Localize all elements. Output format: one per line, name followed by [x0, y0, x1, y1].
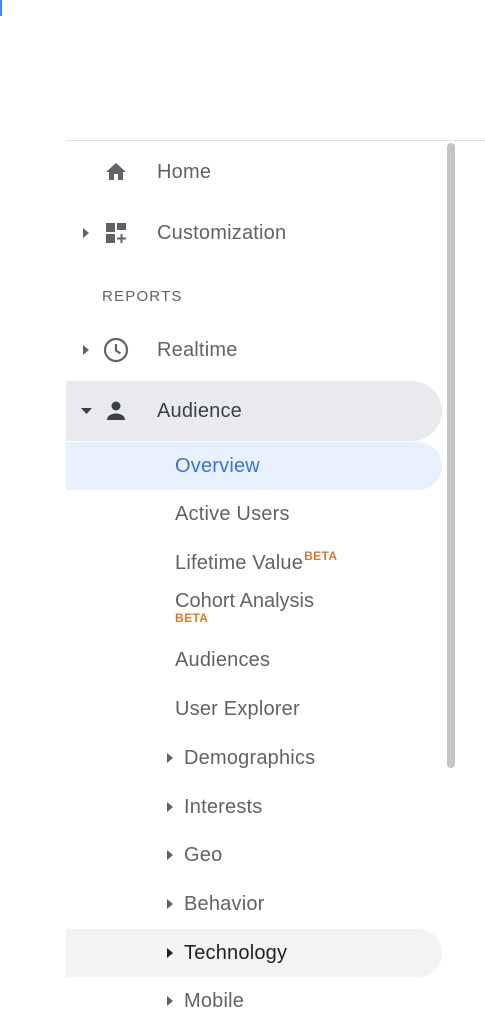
nav-subitem-label: Interests: [184, 795, 263, 818]
nav-subitem-label: Demographics: [184, 746, 316, 769]
clock-icon: [102, 336, 130, 364]
nav-subitem-label: Geo: [184, 843, 223, 866]
nav-subitem-lifetime-value[interactable]: Lifetime ValueBETA: [66, 540, 442, 586]
beta-badge: BETA: [175, 611, 209, 625]
nav-subitem-user-explorer[interactable]: User Explorer: [66, 686, 442, 732]
nav-subitem-label: Overview: [175, 454, 260, 477]
nav-subitem-label-wrap: Lifetime ValueBETA: [175, 548, 338, 575]
nav-subitem-label: Lifetime Value: [175, 551, 304, 574]
nav-subitem-interests[interactable]: Interests: [66, 784, 442, 830]
home-icon: [102, 158, 130, 186]
nav-subitem-active-users[interactable]: Active Users: [66, 491, 442, 537]
dashboard-icon: [102, 219, 130, 247]
nav-subitem-cohort-analysis[interactable]: Cohort Analysis BETA: [175, 590, 314, 625]
nav-subitem-audiences[interactable]: Audiences: [66, 637, 442, 683]
caret-right-icon: [166, 849, 174, 861]
nav-subitem-geo[interactable]: Geo: [66, 832, 442, 878]
top-accent-bar: [0, 0, 2, 16]
nav-subitem-label: Technology: [184, 941, 288, 964]
beta-badge: BETA: [304, 548, 338, 563]
caret-down-icon: [80, 405, 92, 417]
nav-subitem-label: User Explorer: [175, 697, 300, 720]
nav-subitem-demographics[interactable]: Demographics: [66, 735, 442, 781]
nav-item-realtime[interactable]: Realtime: [66, 322, 442, 378]
nav-item-label: Customization: [157, 221, 287, 244]
nav-subitem-label: Active Users: [175, 502, 290, 525]
nav-subitem-label: Cohort Analysis: [175, 590, 314, 612]
nav-subitem-overview[interactable]: Overview: [66, 442, 442, 490]
caret-right-icon: [82, 227, 90, 239]
scrollbar-thumb[interactable]: [447, 143, 455, 768]
caret-right-icon: [166, 898, 174, 910]
caret-right-icon: [166, 752, 174, 764]
nav-item-label: Audience: [157, 399, 242, 422]
caret-right-icon: [82, 344, 90, 356]
nav-subitem-mobile[interactable]: Mobile: [66, 978, 442, 1024]
person-icon: [102, 397, 130, 425]
nav-item-audience[interactable]: Audience: [66, 381, 442, 441]
nav-subitem-behavior[interactable]: Behavior: [66, 881, 442, 927]
nav-item-label: Realtime: [157, 338, 238, 361]
nav-subitem-label: Mobile: [184, 989, 245, 1012]
caret-right-icon: [166, 801, 174, 813]
caret-right-icon: [166, 947, 174, 959]
nav-item-label: Home: [157, 160, 212, 183]
nav-subitem-technology[interactable]: Technology: [66, 929, 442, 977]
nav-subitem-label: Audiences: [175, 648, 271, 671]
nav-subitem-label: Behavior: [184, 892, 265, 915]
nav-item-customization[interactable]: Customization: [66, 205, 442, 261]
section-header-reports: REPORTS: [102, 288, 183, 305]
caret-right-icon: [166, 995, 174, 1007]
nav-item-home[interactable]: Home: [66, 144, 442, 200]
